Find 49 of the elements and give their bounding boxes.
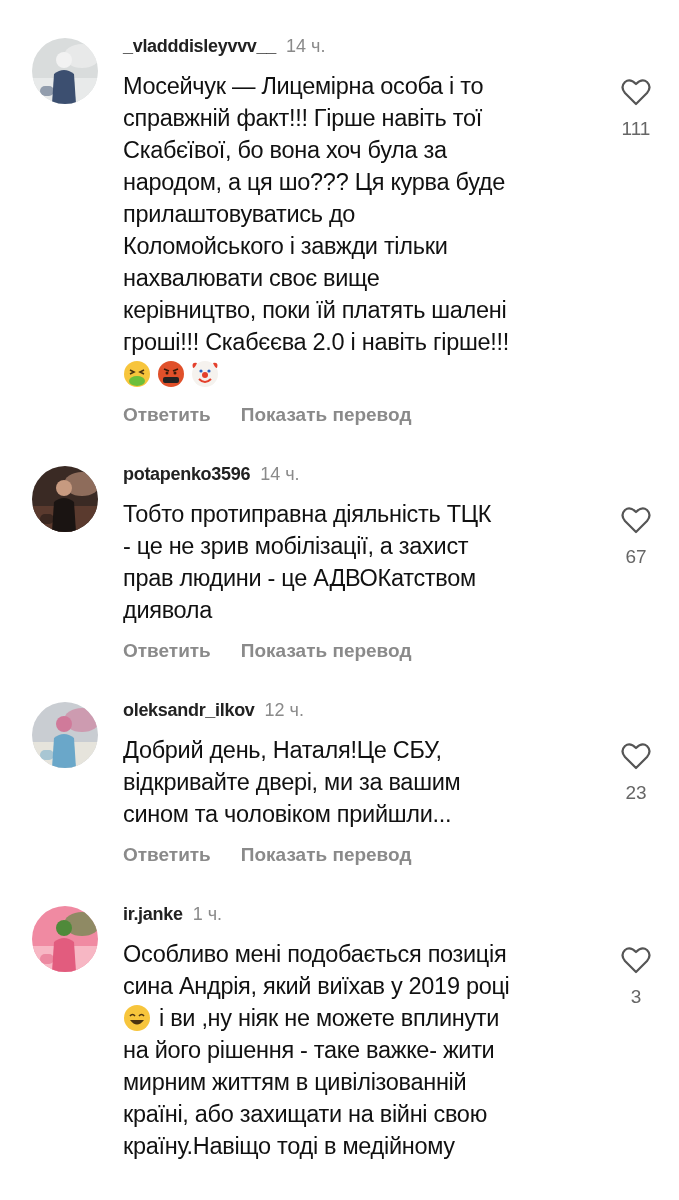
- comment-text: народом, а ця шо??? Ця курва буде: [123, 168, 505, 196]
- comment-time: 12 ч.: [264, 700, 304, 721]
- heart-icon[interactable]: [621, 78, 651, 106]
- grinning-face-icon: [123, 1004, 151, 1032]
- reply-button[interactable]: Ответить: [123, 640, 211, 662]
- comment-text: нахвалювати своє вище: [123, 264, 380, 292]
- comment-time: 14 ч.: [260, 464, 300, 485]
- comment-text: сином та чоловіком прийшли...: [123, 800, 452, 828]
- comment-text: справжній факт!!! Гірше навіть тої: [123, 104, 482, 132]
- username[interactable]: oleksandr_ilkov: [123, 700, 255, 721]
- comment-text: диявола: [123, 596, 213, 624]
- heart-icon[interactable]: [621, 946, 651, 974]
- comment-text: керівництво, поки їй платять шалені: [123, 296, 507, 324]
- like-count: 111: [621, 118, 651, 140]
- username[interactable]: _vladddisleyvvv__: [123, 36, 276, 57]
- comment-text: - це не зрив мобілізації, а захист: [123, 532, 469, 560]
- comment-text: прав людини - це АДВОКатством: [123, 564, 476, 592]
- heart-icon[interactable]: [621, 742, 651, 770]
- like-count: 3: [630, 986, 642, 1008]
- comment-text: країну.Навіщо тоді в медійному: [123, 1132, 455, 1160]
- cursing-face-icon: [157, 360, 185, 388]
- comment-time: 14 ч.: [286, 36, 326, 57]
- reply-button[interactable]: Ответить: [123, 844, 211, 866]
- vomiting-face-icon: [123, 360, 151, 388]
- translate-button[interactable]: Показать перевод: [240, 640, 412, 662]
- like-count: 23: [625, 782, 647, 804]
- comment-text: на його рішення - таке важке- жити: [123, 1036, 495, 1064]
- username[interactable]: potapenko3596: [123, 464, 251, 485]
- comment-text: відкривайте двері, ми за вашим: [123, 768, 461, 796]
- like-count: 67: [625, 546, 647, 568]
- comment-text: Скабєївої, бо вона хоч була за: [123, 136, 447, 164]
- translate-button[interactable]: Показать перевод: [240, 404, 412, 426]
- username[interactable]: ir.janke: [123, 904, 183, 925]
- comment-text: Добрий день, Наталя!Це СБУ,: [123, 736, 442, 764]
- reply-button[interactable]: Ответить: [123, 404, 211, 426]
- comment-text: Тобто протиправна діяльність ТЦК: [123, 500, 492, 528]
- comment-text: гроші!!! Скабєєва 2.0 і навіть гірше!!!: [123, 328, 509, 356]
- comment-text: мирним життям в цивілізованній: [123, 1068, 467, 1096]
- comment-text: Коломойського і завжди тільки: [123, 232, 448, 260]
- comment-text: сина Андрія, який виїхав у 2019 році: [123, 972, 510, 1000]
- comment-text: і ви ,ну ніяк не можете вплинути: [159, 1004, 500, 1032]
- comment-time: 1 ч.: [192, 904, 223, 925]
- clown-face-icon: [191, 360, 219, 388]
- comment-text: прилаштовуватись до: [123, 200, 356, 228]
- translate-button[interactable]: Показать перевод: [240, 844, 412, 866]
- comment-text: країні, або захищати на війні свою: [123, 1100, 487, 1128]
- comment-text: Мосейчук — Лицемірна особа і то: [123, 72, 484, 100]
- heart-icon[interactable]: [621, 506, 651, 534]
- comment-text: Особливо мені подобається позиція: [123, 940, 507, 968]
